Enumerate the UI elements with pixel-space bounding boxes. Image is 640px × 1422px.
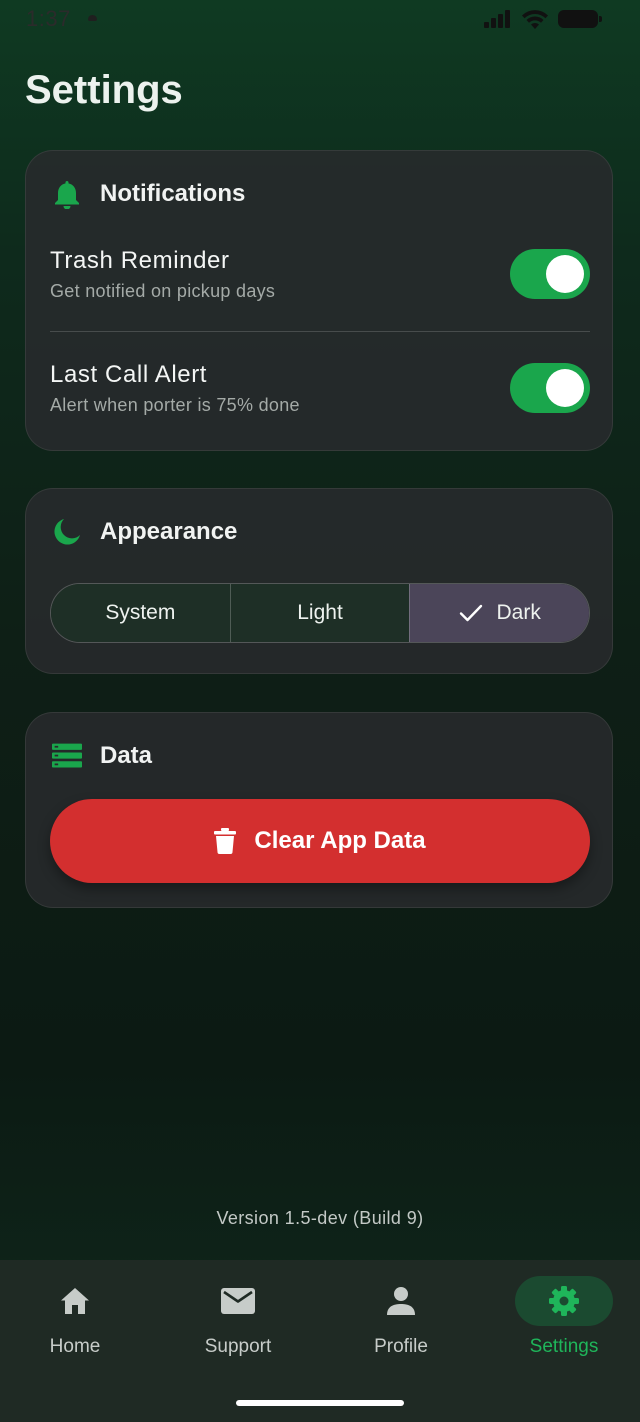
location-indicator-icon bbox=[88, 15, 97, 21]
last-call-alert-subtitle: Alert when porter is 75% done bbox=[50, 395, 300, 415]
moon-icon bbox=[52, 517, 82, 547]
battery-icon bbox=[558, 10, 602, 28]
home-indicator[interactable] bbox=[236, 1400, 404, 1406]
bottom-navigation: Home Support Profile Settings bbox=[0, 1260, 640, 1422]
toggle-knob bbox=[546, 255, 584, 293]
data-title: Data bbox=[100, 742, 153, 769]
data-header: Data bbox=[52, 741, 152, 771]
clear-app-data-button[interactable]: Clear App Data bbox=[50, 799, 590, 883]
theme-option-dark[interactable]: Dark bbox=[409, 584, 589, 642]
nav-label-settings: Settings bbox=[529, 1336, 599, 1357]
status-bar: 1:37 bbox=[0, 0, 640, 40]
clear-app-data-label: Clear App Data bbox=[254, 827, 426, 854]
gear-icon bbox=[549, 1286, 579, 1316]
nav-icon-container bbox=[515, 1276, 613, 1326]
nav-label-home: Home bbox=[49, 1336, 101, 1357]
notifications-header: Notifications bbox=[52, 179, 245, 209]
appearance-card: Appearance System Light Dark bbox=[25, 488, 613, 674]
trash-reminder-row: Trash Reminder Get notified on pickup da… bbox=[50, 245, 590, 315]
nav-item-profile[interactable]: Profile bbox=[341, 1276, 461, 1358]
theme-option-system[interactable]: System bbox=[51, 584, 230, 642]
nav-icon-container bbox=[26, 1276, 124, 1326]
appearance-title: Appearance bbox=[100, 518, 238, 545]
trash-reminder-toggle[interactable] bbox=[510, 249, 590, 299]
nav-item-settings[interactable]: Settings bbox=[504, 1276, 624, 1358]
status-icons bbox=[484, 9, 602, 29]
wifi-icon bbox=[522, 10, 548, 29]
nav-item-home[interactable]: Home bbox=[15, 1276, 135, 1358]
trash-reminder-subtitle: Get notified on pickup days bbox=[50, 281, 276, 301]
trash-icon bbox=[214, 828, 237, 854]
divider bbox=[50, 331, 590, 332]
person-icon bbox=[387, 1287, 415, 1315]
mail-icon bbox=[221, 1288, 255, 1314]
checkmark-icon bbox=[459, 604, 482, 622]
notifications-title: Notifications bbox=[100, 180, 246, 207]
nav-label-support: Support bbox=[204, 1336, 272, 1357]
nav-item-support[interactable]: Support bbox=[178, 1276, 298, 1358]
last-call-alert-toggle[interactable] bbox=[510, 363, 590, 413]
toggle-knob bbox=[546, 369, 584, 407]
home-icon bbox=[61, 1288, 89, 1314]
data-card: Data Clear App Data bbox=[25, 712, 613, 908]
theme-option-label: Light bbox=[297, 601, 343, 624]
status-time: 1:37 bbox=[26, 6, 71, 31]
last-call-alert-label: Last Call Alert bbox=[50, 361, 208, 388]
theme-option-label: System bbox=[105, 601, 176, 624]
appearance-header: Appearance bbox=[52, 517, 237, 547]
theme-option-label: Dark bbox=[496, 601, 541, 624]
bell-icon bbox=[52, 179, 82, 209]
version-text: Version 1.5-dev (Build 9) bbox=[216, 1208, 424, 1228]
signal-icon bbox=[484, 10, 510, 28]
storage-icon bbox=[52, 741, 82, 771]
theme-option-light[interactable]: Light bbox=[229, 584, 410, 642]
trash-reminder-label: Trash Reminder bbox=[50, 247, 230, 274]
nav-label-profile: Profile bbox=[374, 1336, 428, 1357]
last-call-alert-row: Last Call Alert Alert when porter is 75%… bbox=[50, 359, 590, 429]
theme-segmented-control: System Light Dark bbox=[50, 583, 590, 643]
notifications-card: Notifications Trash Reminder Get notifie… bbox=[25, 150, 613, 451]
nav-icon-container bbox=[352, 1276, 450, 1326]
page-title: Settings bbox=[25, 68, 183, 112]
nav-icon-container bbox=[189, 1276, 287, 1326]
